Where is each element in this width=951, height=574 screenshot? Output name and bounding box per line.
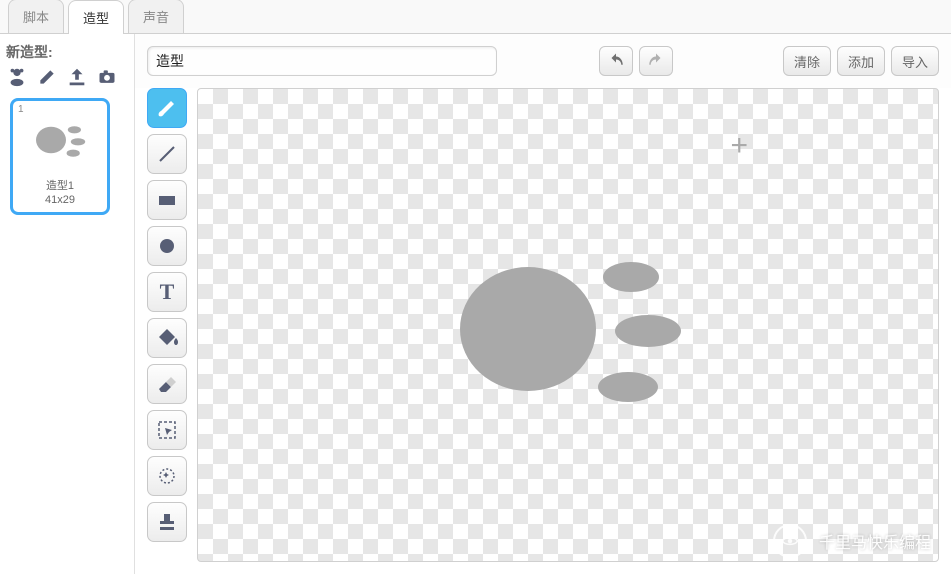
text-tool[interactable]: T [147,272,187,312]
new-costume-label: 新造型: [6,42,128,62]
clear-button[interactable]: 清除 [783,46,831,76]
costume-thumbnail[interactable]: 1 造型1 41x29 [10,98,110,215]
costume-sidebar: 新造型: 1 [0,34,135,574]
toolbar: 清除 添加 导入 [135,34,951,88]
select-tool[interactable] [147,410,187,450]
watermark-text: 千里马快乐编程 [819,529,931,553]
rect-tool[interactable] [147,180,187,220]
tool-palette: T [147,88,187,562]
thumb-preview [13,101,107,179]
new-costume-icons [6,66,128,88]
watermark-logo-icon [773,524,807,558]
thumb-name: 造型1 [13,179,107,193]
undo-button[interactable] [599,46,633,76]
brush-tool[interactable] [147,88,187,128]
tab-costumes[interactable]: 造型 [68,0,124,34]
editor: 清除 添加 导入 T [135,34,951,574]
library-icon[interactable] [6,66,28,88]
redo-button[interactable] [639,46,673,76]
camera-icon[interactable] [96,66,118,88]
stamp-tool[interactable] [147,502,187,542]
fill-tool[interactable] [147,318,187,358]
crosshair-icon: + [730,129,748,163]
tab-bar: 脚本 造型 声音 [0,0,951,34]
workspace: T + [135,88,951,574]
import-button[interactable]: 导入 [891,46,939,76]
upload-icon[interactable] [66,66,88,88]
main: 新造型: 1 [0,34,951,574]
watermark: 千里马快乐编程 [773,524,931,558]
line-tool[interactable] [147,134,187,174]
eraser-tool[interactable] [147,364,187,404]
costume-artwork [438,239,698,419]
thumb-dimensions: 41x29 [13,193,107,207]
paint-canvas[interactable]: + [197,88,939,562]
paint-icon[interactable] [36,66,58,88]
wand-tool[interactable] [147,456,187,496]
tab-scripts[interactable]: 脚本 [8,0,64,33]
add-button[interactable]: 添加 [837,46,885,76]
costume-name-input[interactable] [147,46,497,76]
tab-sounds[interactable]: 声音 [128,0,184,33]
thumb-number: 1 [18,104,24,115]
ellipse-tool[interactable] [147,226,187,266]
